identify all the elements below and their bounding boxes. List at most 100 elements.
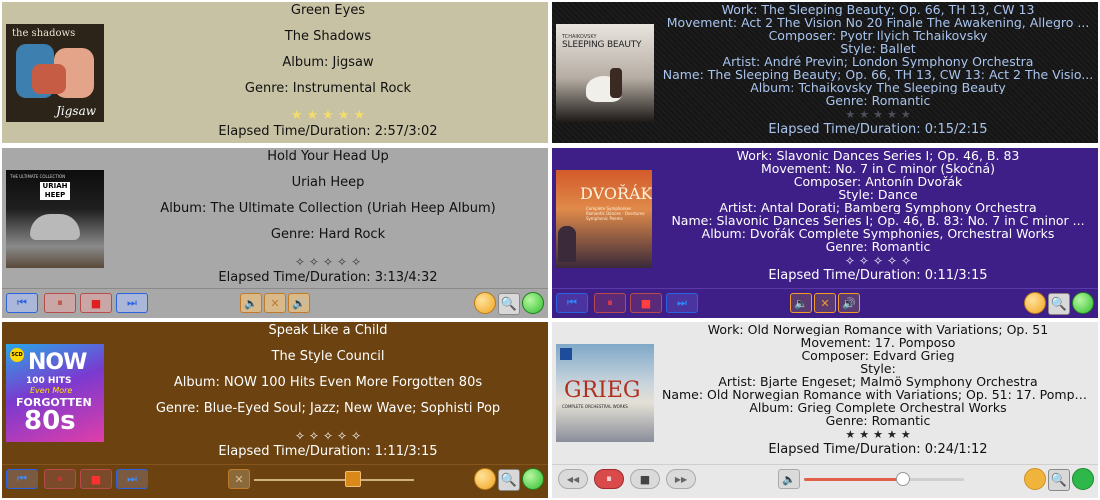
rating-stars[interactable]: ✧ ✧ ✧ ✧ ✧ bbox=[112, 428, 544, 444]
stop-icon: ■ bbox=[90, 472, 102, 486]
star-icon[interactable]: ✧ bbox=[337, 254, 347, 270]
star-icon[interactable]: ★ bbox=[873, 107, 883, 123]
star-icon[interactable]: ★ bbox=[859, 427, 869, 443]
pause-button[interactable]: ⏸ bbox=[44, 293, 76, 313]
progress-slider-thumb[interactable] bbox=[896, 472, 911, 486]
artist-line: Artist: Bjarte Engeset; Malmö Symphony O… bbox=[718, 375, 1038, 388]
green-status-button[interactable] bbox=[1072, 468, 1094, 490]
rating-stars[interactable]: ★ ★ ★ ★ ★ bbox=[662, 107, 1094, 123]
track-info: Hold Your Head Up Uriah Heep Album: The … bbox=[112, 148, 544, 286]
star-icon[interactable]: ✧ bbox=[337, 428, 347, 444]
search-icon: 🔍 bbox=[500, 296, 518, 312]
movement-line: Movement: No. 7 in C minor (Skočná) bbox=[760, 162, 996, 175]
rating-stars[interactable]: ★ ★ ★ ★ ★ bbox=[662, 427, 1094, 443]
search-button[interactable]: 🔍 bbox=[1048, 293, 1070, 315]
mute-button[interactable]: ✕ bbox=[228, 469, 250, 489]
star-icon[interactable]: ★ bbox=[845, 427, 855, 443]
progress-slider[interactable] bbox=[804, 478, 964, 481]
genre-line: Genre: Romantic bbox=[825, 94, 931, 107]
fast-forward-button[interactable]: ▶▶ bbox=[666, 469, 696, 489]
previous-button[interactable]: ⏮ bbox=[6, 293, 38, 313]
star-icon[interactable]: ✧ bbox=[859, 253, 869, 269]
stop-button[interactable]: ■ bbox=[80, 469, 112, 489]
composer-line: Composer: Antonín Dvořák bbox=[793, 175, 963, 188]
star-icon[interactable]: ✧ bbox=[323, 428, 333, 444]
stop-button[interactable]: ■ bbox=[630, 293, 662, 313]
transport-bar: ⏮ ⏸ ■ ⏭ ✕ 🔍 bbox=[2, 464, 548, 495]
volume-slider-thumb[interactable] bbox=[345, 471, 362, 487]
star-icon[interactable]: ★ bbox=[307, 108, 319, 124]
pause-button[interactable]: ⏸ bbox=[594, 293, 626, 313]
star-icon[interactable]: ★ bbox=[887, 107, 897, 123]
star-icon[interactable]: ✧ bbox=[887, 253, 897, 269]
rating-stars[interactable]: ★ ★ ★ ★ ★ bbox=[112, 108, 544, 124]
star-icon[interactable]: ★ bbox=[901, 107, 911, 123]
green-status-button[interactable] bbox=[522, 292, 544, 314]
star-icon[interactable]: ✧ bbox=[873, 253, 883, 269]
next-icon: ⏭ bbox=[127, 296, 137, 309]
star-icon[interactable]: ✧ bbox=[351, 428, 361, 444]
green-status-button[interactable] bbox=[1072, 292, 1094, 314]
pause-icon: ⏸ bbox=[57, 472, 63, 485]
star-icon[interactable]: ✧ bbox=[295, 428, 305, 444]
star-icon[interactable]: ★ bbox=[291, 108, 303, 124]
green-status-button[interactable] bbox=[522, 468, 544, 490]
album-line: Album: Grieg Complete Orchestral Works bbox=[749, 401, 1007, 414]
now-playing-panel-uriah-heep: THE ULTIMATE COLLECTION URIAH HEEP Hold … bbox=[2, 148, 548, 318]
pause-button[interactable]: ⏸ bbox=[594, 469, 624, 489]
mute-button[interactable]: ✕ bbox=[264, 293, 286, 313]
star-icon[interactable]: ★ bbox=[859, 107, 869, 123]
transport-bar: ⏮ ⏸ ■ ⏭ 🔈 ✕ 🔊 🔍 bbox=[552, 288, 1098, 318]
rewind-icon: ◀◀ bbox=[566, 474, 580, 484]
star-icon[interactable]: ✧ bbox=[295, 254, 305, 270]
previous-button[interactable]: ⏮ bbox=[556, 293, 588, 313]
star-icon[interactable]: ★ bbox=[845, 107, 855, 123]
star-icon[interactable]: ★ bbox=[887, 427, 897, 443]
rating-stars[interactable]: ✧ ✧ ✧ ✧ ✧ bbox=[112, 254, 544, 270]
volume-slider[interactable] bbox=[254, 479, 414, 481]
star-icon[interactable]: ★ bbox=[353, 108, 365, 124]
progress-fill bbox=[804, 478, 904, 481]
star-icon[interactable]: ★ bbox=[901, 427, 911, 443]
orange-status-button[interactable] bbox=[1024, 468, 1046, 490]
album-line: Album: Tchaikovsky The Sleeping Beauty bbox=[750, 81, 1006, 94]
volume-button[interactable]: 🔈 bbox=[778, 469, 800, 489]
search-button[interactable]: 🔍 bbox=[498, 293, 520, 315]
search-button[interactable]: 🔍 bbox=[1048, 469, 1070, 491]
star-icon[interactable]: ✧ bbox=[901, 253, 911, 269]
elapsed-time: Elapsed Time/Duration: 3:13/4:32 bbox=[218, 270, 438, 285]
track-artist: Uriah Heep bbox=[291, 175, 365, 190]
star-icon[interactable]: ✧ bbox=[309, 254, 319, 270]
star-icon[interactable]: ✧ bbox=[351, 254, 361, 270]
stop-button[interactable]: ■ bbox=[80, 293, 112, 313]
previous-icon: ⏮ bbox=[17, 472, 27, 485]
volume-up-button[interactable]: 🔊 bbox=[288, 293, 310, 313]
star-icon[interactable]: ✧ bbox=[309, 428, 319, 444]
star-icon[interactable]: ★ bbox=[338, 108, 350, 124]
previous-button[interactable]: ⏮ bbox=[6, 469, 38, 489]
rewind-button[interactable]: ◀◀ bbox=[558, 469, 588, 489]
search-icon: 🔍 bbox=[1050, 472, 1068, 488]
stop-icon: ■ bbox=[639, 472, 651, 486]
star-icon[interactable]: ★ bbox=[873, 427, 883, 443]
next-button[interactable]: ⏭ bbox=[666, 293, 698, 313]
volume-up-button[interactable]: 🔊 bbox=[838, 293, 860, 313]
orange-status-button[interactable] bbox=[474, 292, 496, 314]
volume-down-button[interactable]: 🔈 bbox=[790, 293, 812, 313]
star-icon[interactable]: ✧ bbox=[845, 253, 855, 269]
search-button[interactable]: 🔍 bbox=[498, 469, 520, 491]
orange-status-button[interactable] bbox=[1024, 292, 1046, 314]
orange-status-button[interactable] bbox=[474, 468, 496, 490]
mute-button[interactable]: ✕ bbox=[814, 293, 836, 313]
volume-down-button[interactable]: 🔈 bbox=[240, 293, 262, 313]
mute-icon: ✕ bbox=[234, 472, 244, 486]
pause-button[interactable]: ⏸ bbox=[44, 469, 76, 489]
volume-down-icon: 🔈 bbox=[244, 296, 258, 310]
next-button[interactable]: ⏭ bbox=[116, 293, 148, 313]
star-icon[interactable]: ✧ bbox=[323, 254, 333, 270]
next-button[interactable]: ⏭ bbox=[116, 469, 148, 489]
now-playing-panel-style-council: 5CD NOW 100 HITS Even More FORGOTTEN 80s… bbox=[2, 322, 548, 498]
rating-stars[interactable]: ✧ ✧ ✧ ✧ ✧ bbox=[662, 253, 1094, 269]
stop-button[interactable]: ■ bbox=[630, 469, 660, 489]
star-icon[interactable]: ★ bbox=[322, 108, 334, 124]
